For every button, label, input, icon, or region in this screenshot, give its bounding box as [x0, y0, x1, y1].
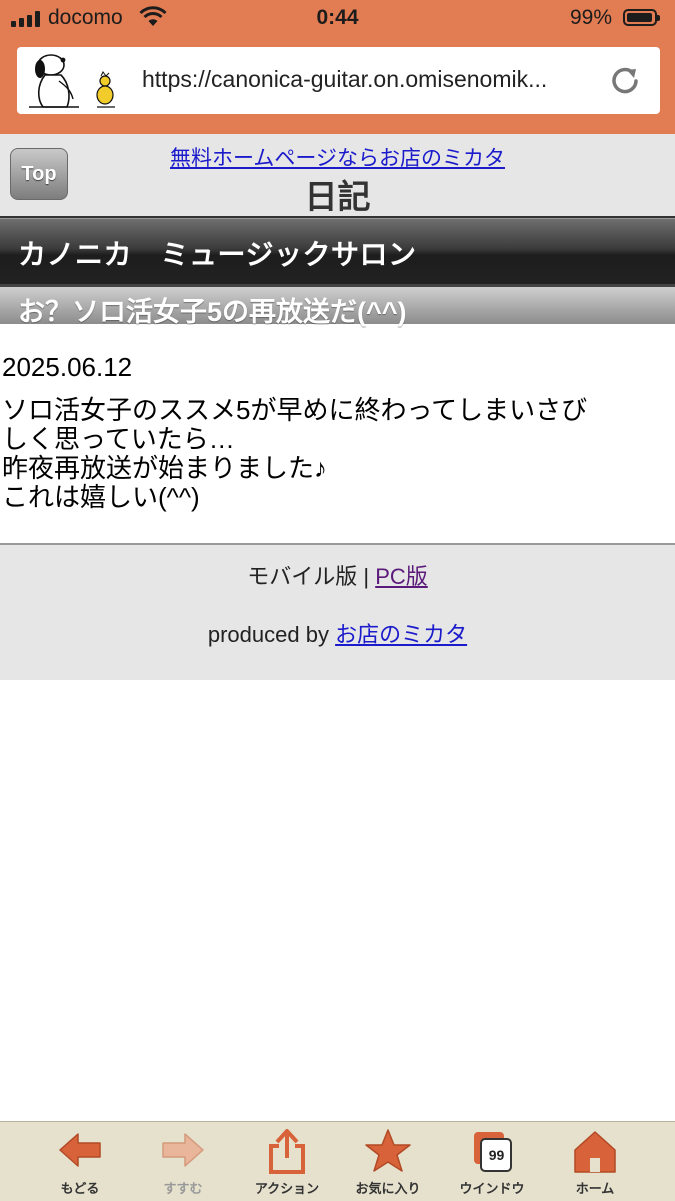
produced-by: produced by お店のミカタ — [0, 617, 675, 649]
action-label: アクション — [254, 1181, 320, 1196]
version-switch: モバイル版 | PC版 — [0, 559, 675, 591]
favorites-button[interactable]: お気に入り — [338, 1122, 438, 1201]
forward-label: すすむ — [163, 1181, 203, 1196]
battery-percent: 99% — [570, 6, 613, 29]
url-text[interactable]: https://canonica-guitar.on.omisenomik... — [142, 66, 607, 93]
back-label: もどる — [60, 1181, 100, 1196]
mobile-version-label: モバイル版 — [247, 564, 358, 589]
page-footer: モバイル版 | PC版 produced by お店のミカタ — [0, 543, 675, 680]
shop-name: カノニカ ミュージックサロン — [18, 239, 417, 270]
window-button[interactable]: 99 ウインドウ — [442, 1122, 542, 1201]
reload-icon[interactable] — [605, 61, 645, 101]
battery-icon — [623, 9, 660, 26]
action-button[interactable]: アクション — [237, 1122, 337, 1201]
window-count: 99 — [488, 1147, 505, 1163]
entry-line: ソロ活女子のススメ5が早めに終わってしまいさび — [2, 395, 588, 425]
entry-line: 昨夜再放送が始まりました♪ — [2, 453, 328, 483]
favorites-label: お気に入り — [355, 1181, 421, 1196]
entry-line: しく思っていたら… — [2, 424, 235, 454]
home-button[interactable]: ホーム — [545, 1122, 645, 1201]
browser-chrome: docomo 0:44 99% https://canonica-guitar.… — [0, 0, 675, 134]
page-title: 日記 — [304, 178, 371, 215]
entry-title-bar: お？ソロ活女子5の再放送だ(^^) — [0, 284, 675, 327]
address-bar[interactable]: https://canonica-guitar.on.omisenomik... — [17, 47, 660, 114]
home-label: ホーム — [575, 1181, 615, 1196]
promo-link[interactable]: 無料ホームページならお店のミカタ — [0, 142, 675, 172]
page-header: Top 無料ホームページならお店のミカタ 日記 — [0, 134, 675, 218]
entry-line: これは嬉しい(^^) — [2, 482, 200, 512]
entry-body: ソロ活女子のススメ5が早めに終わってしまいさび しく思っていたら… 昨夜再放送が… — [2, 396, 672, 512]
forward-button[interactable]: すすむ — [133, 1122, 233, 1201]
brand-link[interactable]: お店のミカタ — [335, 622, 467, 647]
pc-version-link[interactable]: PC版 — [375, 564, 428, 589]
window-label: ウインドウ — [459, 1181, 525, 1196]
entry-title: お？ソロ活女子5の再放送だ(^^) — [18, 297, 407, 327]
status-bar: docomo 0:44 99% — [0, 0, 675, 38]
back-button[interactable]: もどる — [30, 1122, 130, 1201]
snoopy-logo — [29, 54, 115, 108]
back-arrow-icon — [59, 1133, 101, 1167]
star-icon — [365, 1129, 411, 1172]
share-icon — [269, 1129, 305, 1174]
produced-by-label: produced by — [207, 622, 329, 647]
entry-date: 2025.06.12 — [2, 352, 133, 382]
forward-arrow-icon — [162, 1133, 204, 1167]
shop-name-bar: カノニカ ミュージックサロン — [0, 218, 675, 285]
separator: | — [363, 564, 370, 589]
home-icon — [574, 1131, 616, 1173]
browser-toolbar: もどる すすむ アクション お気に入り 99 ウインドウ ホーム — [0, 1121, 675, 1201]
